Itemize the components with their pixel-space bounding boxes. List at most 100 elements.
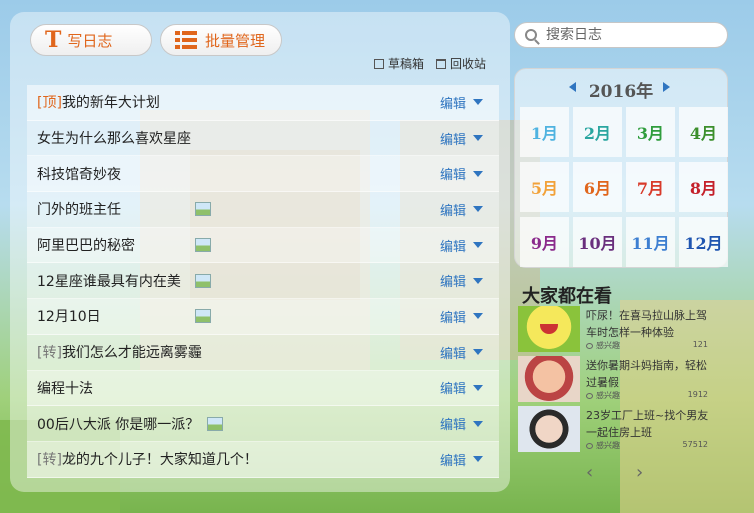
blog-post-row[interactable]: 00后八大派 你是哪一派？ 编辑 (27, 406, 499, 442)
month-cell[interactable]: 10月 (573, 217, 622, 267)
edit-dropdown[interactable]: 编辑 (440, 129, 483, 148)
write-blog-button[interactable]: T 写日志 (30, 24, 152, 56)
edit-label: 编辑 (439, 418, 466, 434)
blog-post-row[interactable]: 女生为什么那么喜欢星座 编辑 (27, 120, 499, 157)
blog-post-row[interactable]: 阿里巴巴的秘密 编辑 (27, 227, 499, 264)
trash-icon (436, 58, 446, 69)
popular-item-title: 吓尿！在喜马拉山脉上驾车时怎样一种体验 (586, 309, 707, 339)
edit-label: 编辑 (439, 203, 466, 219)
month-cell[interactable]: 8月 (679, 162, 728, 212)
blog-post-row[interactable]: [转]我们怎么才能远离雾霾 编辑 (27, 334, 499, 371)
blog-post-row[interactable]: 门外的班主任 编辑 (27, 192, 499, 228)
popular-item[interactable]: 送你暑期斗妈指南，轻松过暑假 感兴趣 1912 (518, 356, 714, 404)
edit-dropdown[interactable]: 编辑 (440, 200, 483, 219)
post-title-text: 科技馆奇妙夜 (37, 166, 121, 183)
archive-calendar: 2016年 1月 2月 3月 4月 5月 6月 7月 8月 9月 10月 11月 12月 (514, 68, 728, 268)
edit-dropdown[interactable]: 编辑 (440, 236, 483, 255)
chevron-down-icon (473, 384, 483, 391)
blog-post-row[interactable]: [顶]我的新年大计划 编辑 (27, 85, 499, 121)
post-tag: [转] (37, 345, 62, 362)
edit-label: 编辑 (439, 239, 466, 255)
chevron-down-icon (473, 420, 483, 427)
recycle-bin-link[interactable]: 回收站 (436, 55, 486, 72)
interest-label: 感兴趣 (596, 441, 620, 450)
edit-dropdown[interactable]: 编辑 (440, 414, 483, 433)
popular-prev-icon[interactable]: ‹ (586, 462, 593, 483)
month-cell[interactable]: 12月 (679, 217, 728, 267)
post-title-text: 女生为什么那么喜欢星座 (37, 131, 191, 148)
edit-dropdown[interactable]: 编辑 (440, 343, 483, 362)
batch-manage-button[interactable]: 批量管理 (160, 24, 282, 56)
blog-post-title[interactable]: 编程十法 (27, 378, 93, 398)
edit-dropdown[interactable]: 编辑 (440, 378, 483, 397)
blog-post-title[interactable]: 科技馆奇妙夜 (27, 164, 121, 184)
month-cell[interactable]: 9月 (520, 217, 569, 267)
month-cell[interactable]: 11月 (626, 217, 675, 267)
edit-label: 编辑 (439, 132, 466, 148)
interest-count: 121 (692, 340, 708, 349)
chevron-down-icon (473, 170, 483, 177)
post-title-text: 龙的九个儿子！大家知道几个！ (61, 452, 258, 469)
search-input[interactable] (546, 27, 706, 43)
blog-post-title[interactable]: 12月10日 (27, 306, 101, 326)
edit-dropdown[interactable]: 编辑 (440, 164, 483, 183)
interest-icon (586, 442, 593, 449)
blog-post-title[interactable]: 女生为什么那么喜欢星座 (27, 128, 191, 148)
month-cell[interactable]: 1月 (520, 107, 569, 157)
post-title-text: 我的新年大计划 (61, 95, 160, 112)
edit-dropdown[interactable]: 编辑 (440, 271, 483, 290)
blog-post-title[interactable]: 阿里巴巴的秘密 (27, 235, 135, 255)
blog-post-row[interactable]: 12星座谁最具有内在美 编辑 (27, 263, 499, 300)
blog-post-row[interactable]: 科技馆奇妙夜 编辑 (27, 156, 499, 193)
search-icon (525, 29, 537, 41)
blog-post-title[interactable]: [转]龙的九个儿子！大家知道几个！ (27, 449, 258, 469)
popular-section-title: 大家都在看 (522, 286, 612, 307)
popular-next-icon[interactable]: › (636, 462, 643, 483)
blog-post-title[interactable]: 12星座谁最具有内在美 (27, 271, 181, 291)
blog-post-title[interactable]: [顶]我的新年大计划 (27, 92, 160, 112)
write-icon: T (45, 27, 62, 53)
month-cell[interactable]: 6月 (573, 162, 622, 212)
month-cell[interactable]: 3月 (626, 107, 675, 157)
popular-item-title: 送你暑期斗妈指南，轻松过暑假 (586, 359, 707, 389)
post-tag: [顶] (37, 95, 62, 112)
interest-label: 感兴趣 (596, 391, 620, 400)
edit-dropdown[interactable]: 编辑 (440, 307, 483, 326)
month-cell[interactable]: 4月 (679, 107, 728, 157)
edit-label: 编辑 (439, 310, 466, 326)
interest-label: 感兴趣 (596, 341, 620, 350)
edit-label: 编辑 (439, 168, 466, 184)
interest-icon (586, 392, 593, 399)
month-cell[interactable]: 5月 (520, 162, 569, 212)
month-cell[interactable]: 2月 (573, 107, 622, 157)
popular-thumbnail (518, 306, 580, 352)
calendar-year: 2016年 (588, 82, 654, 102)
list-manage-icon (175, 31, 197, 49)
blog-post-row[interactable]: 编程十法 编辑 (27, 370, 499, 407)
blog-post-row[interactable]: [转]龙的九个儿子！大家知道几个！ 编辑 (27, 441, 499, 478)
blog-post-title[interactable]: 门外的班主任 (27, 199, 121, 219)
post-title-text: 编程十法 (37, 380, 93, 397)
post-title-text: 00后八大派 你是哪一派？ (37, 416, 200, 433)
month-grid: 1月 2月 3月 4月 5月 6月 7月 8月 9月 10月 11月 12月 (520, 107, 730, 267)
popular-item[interactable]: 23岁工厂上班~找个男友一起住房上班 感兴趣 57512 (518, 406, 714, 454)
drafts-link[interactable]: 草稿箱 (374, 55, 424, 72)
chevron-down-icon (473, 135, 483, 142)
edit-dropdown[interactable]: 编辑 (440, 450, 483, 469)
post-title-text: 门外的班主任 (37, 202, 121, 219)
month-cell[interactable]: 7月 (626, 162, 675, 212)
popular-item-meta: 感兴趣 57512 (586, 440, 708, 451)
image-attachment-icon (195, 238, 211, 253)
popular-item[interactable]: 吓尿！在喜马拉山脉上驾车时怎样一种体验 感兴趣 121 (518, 306, 714, 354)
blog-post-row[interactable]: 12月10日 编辑 (27, 299, 499, 335)
popular-item-meta: 感兴趣 121 (586, 340, 708, 351)
write-blog-label: 写日志 (67, 31, 113, 50)
edit-label: 编辑 (439, 275, 466, 291)
next-year-icon[interactable] (663, 82, 670, 92)
blog-post-title[interactable]: 00后八大派 你是哪一派？ (27, 414, 199, 434)
blog-post-title[interactable]: [转]我们怎么才能远离雾霾 (27, 342, 202, 362)
image-attachment-icon (195, 273, 211, 288)
edit-dropdown[interactable]: 编辑 (440, 93, 483, 112)
search-box[interactable] (514, 22, 728, 48)
edit-label: 编辑 (439, 96, 466, 112)
